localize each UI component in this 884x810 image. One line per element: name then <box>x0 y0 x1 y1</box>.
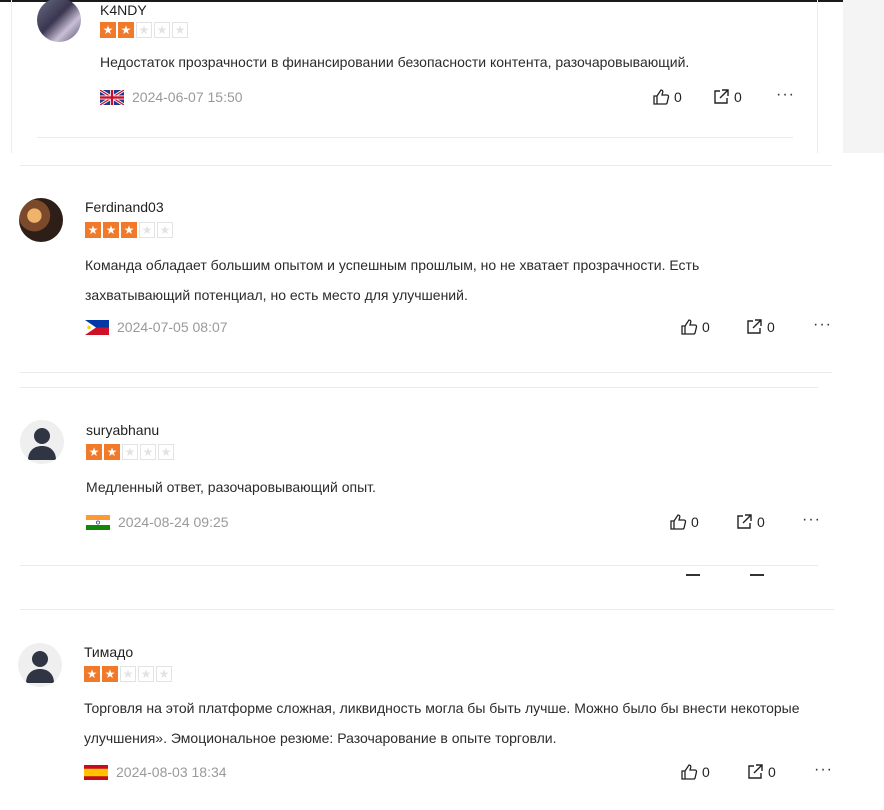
like-button[interactable]: 0 <box>652 88 682 106</box>
review-text: Торговля на этой платформе сложная, ликв… <box>84 700 800 746</box>
star-empty-icon: ★ <box>140 444 156 460</box>
divider <box>20 565 818 566</box>
share-button[interactable]: 0 <box>712 88 742 106</box>
share-button[interactable]: 0 <box>745 318 775 336</box>
review-meta: 2024-07-05 08:07 <box>85 319 228 335</box>
review-date: 2024-08-03 18:34 <box>116 764 227 780</box>
share-button[interactable]: 0 <box>735 513 765 531</box>
avatar[interactable] <box>18 643 62 687</box>
more-options-button[interactable]: ··· <box>776 86 795 104</box>
share-icon <box>747 319 762 334</box>
star-filled-icon: ★ <box>104 444 120 460</box>
username[interactable]: Тимадо <box>84 644 133 660</box>
review-meta: 2024-08-24 09:25 <box>86 514 229 530</box>
star-empty-icon: ★ <box>136 22 152 38</box>
user-icon <box>26 651 54 683</box>
review-card: Тимадо ★ ★ ★ ★ ★ Торговля на этой платформе … <box>0 609 884 810</box>
star-empty-icon: ★ <box>138 666 154 682</box>
star-empty-icon: ★ <box>120 666 136 682</box>
philippines-flag-icon <box>85 319 109 335</box>
avatar[interactable] <box>20 420 64 464</box>
share-icon <box>737 514 752 529</box>
share-button[interactable]: 0 <box>746 763 776 781</box>
star-empty-icon: ★ <box>157 222 173 238</box>
review-text: Медленный ответ, разочаровывающий опыт. <box>86 479 376 495</box>
star-filled-icon: ★ <box>118 22 134 38</box>
divider <box>20 372 832 373</box>
share-icon <box>748 764 763 779</box>
like-count: 0 <box>691 514 699 530</box>
thumbs-up-icon <box>681 764 698 780</box>
star-rating: ★ ★ ★ ★ ★ <box>100 22 188 38</box>
like-button[interactable]: 0 <box>669 513 699 531</box>
star-filled-icon: ★ <box>103 222 119 238</box>
share-count: 0 <box>768 764 776 780</box>
star-filled-icon: ★ <box>86 444 102 460</box>
thumbs-up-icon <box>670 514 687 530</box>
review-card: suryabhanu ★ ★ ★ ★ ★ Медленный ответ, разоча… <box>0 387 884 567</box>
like-count: 0 <box>674 89 682 105</box>
review-date: 2024-08-24 09:25 <box>118 514 229 530</box>
review-card: K4NDY ★ ★ ★ ★ ★ Недостаток прозрачности в фи… <box>0 0 884 153</box>
username[interactable]: suryabhanu <box>86 422 159 438</box>
more-options-button[interactable]: ··· <box>813 316 832 334</box>
share-count: 0 <box>757 514 765 530</box>
star-empty-icon: ★ <box>154 22 170 38</box>
star-filled-icon: ★ <box>85 222 101 238</box>
share-icon <box>714 89 729 104</box>
review-date: 2024-07-05 08:07 <box>117 319 228 335</box>
like-button[interactable]: 0 <box>680 763 710 781</box>
review-meta: 2024-06-07 15:50 <box>100 89 243 105</box>
star-filled-icon: ★ <box>121 222 137 238</box>
like-count: 0 <box>702 764 710 780</box>
username[interactable]: Ferdinand03 <box>85 199 164 215</box>
user-icon <box>28 428 56 460</box>
render-artifact <box>750 574 764 576</box>
like-count: 0 <box>702 319 710 335</box>
username[interactable]: K4NDY <box>100 2 147 18</box>
star-filled-icon: ★ <box>84 666 100 682</box>
star-empty-icon: ★ <box>139 222 155 238</box>
avatar[interactable] <box>37 0 81 42</box>
divider <box>37 137 793 138</box>
thumbs-up-icon <box>681 319 698 335</box>
review-card: Ferdinand03 ★ ★ ★ ★ ★ Команда обладает больш… <box>0 165 884 375</box>
star-empty-icon: ★ <box>156 666 172 682</box>
star-rating: ★ ★ ★ ★ ★ <box>85 222 173 238</box>
india-flag-icon <box>86 514 110 530</box>
render-artifact <box>686 574 700 576</box>
thumbs-up-icon <box>653 89 670 105</box>
review-text: Команда обладает большим опытом и успешн… <box>85 257 700 303</box>
more-options-button[interactable]: ··· <box>802 511 821 529</box>
review-date: 2024-06-07 15:50 <box>132 89 243 105</box>
more-options-button[interactable]: ··· <box>814 761 833 779</box>
share-count: 0 <box>767 319 775 335</box>
share-count: 0 <box>734 89 742 105</box>
star-empty-icon: ★ <box>158 444 174 460</box>
star-empty-icon: ★ <box>172 22 188 38</box>
star-filled-icon: ★ <box>102 666 118 682</box>
spain-flag-icon <box>84 764 108 780</box>
star-rating: ★ ★ ★ ★ ★ <box>84 666 172 682</box>
review-meta: 2024-08-03 18:34 <box>84 764 227 780</box>
like-button[interactable]: 0 <box>680 318 710 336</box>
star-filled-icon: ★ <box>100 22 116 38</box>
avatar[interactable] <box>19 198 63 242</box>
review-text: Недостаток прозрачности в финансировании… <box>100 54 690 70</box>
star-rating: ★ ★ ★ ★ ★ <box>86 444 174 460</box>
united-kingdom-flag-icon <box>100 89 124 105</box>
star-empty-icon: ★ <box>122 444 138 460</box>
